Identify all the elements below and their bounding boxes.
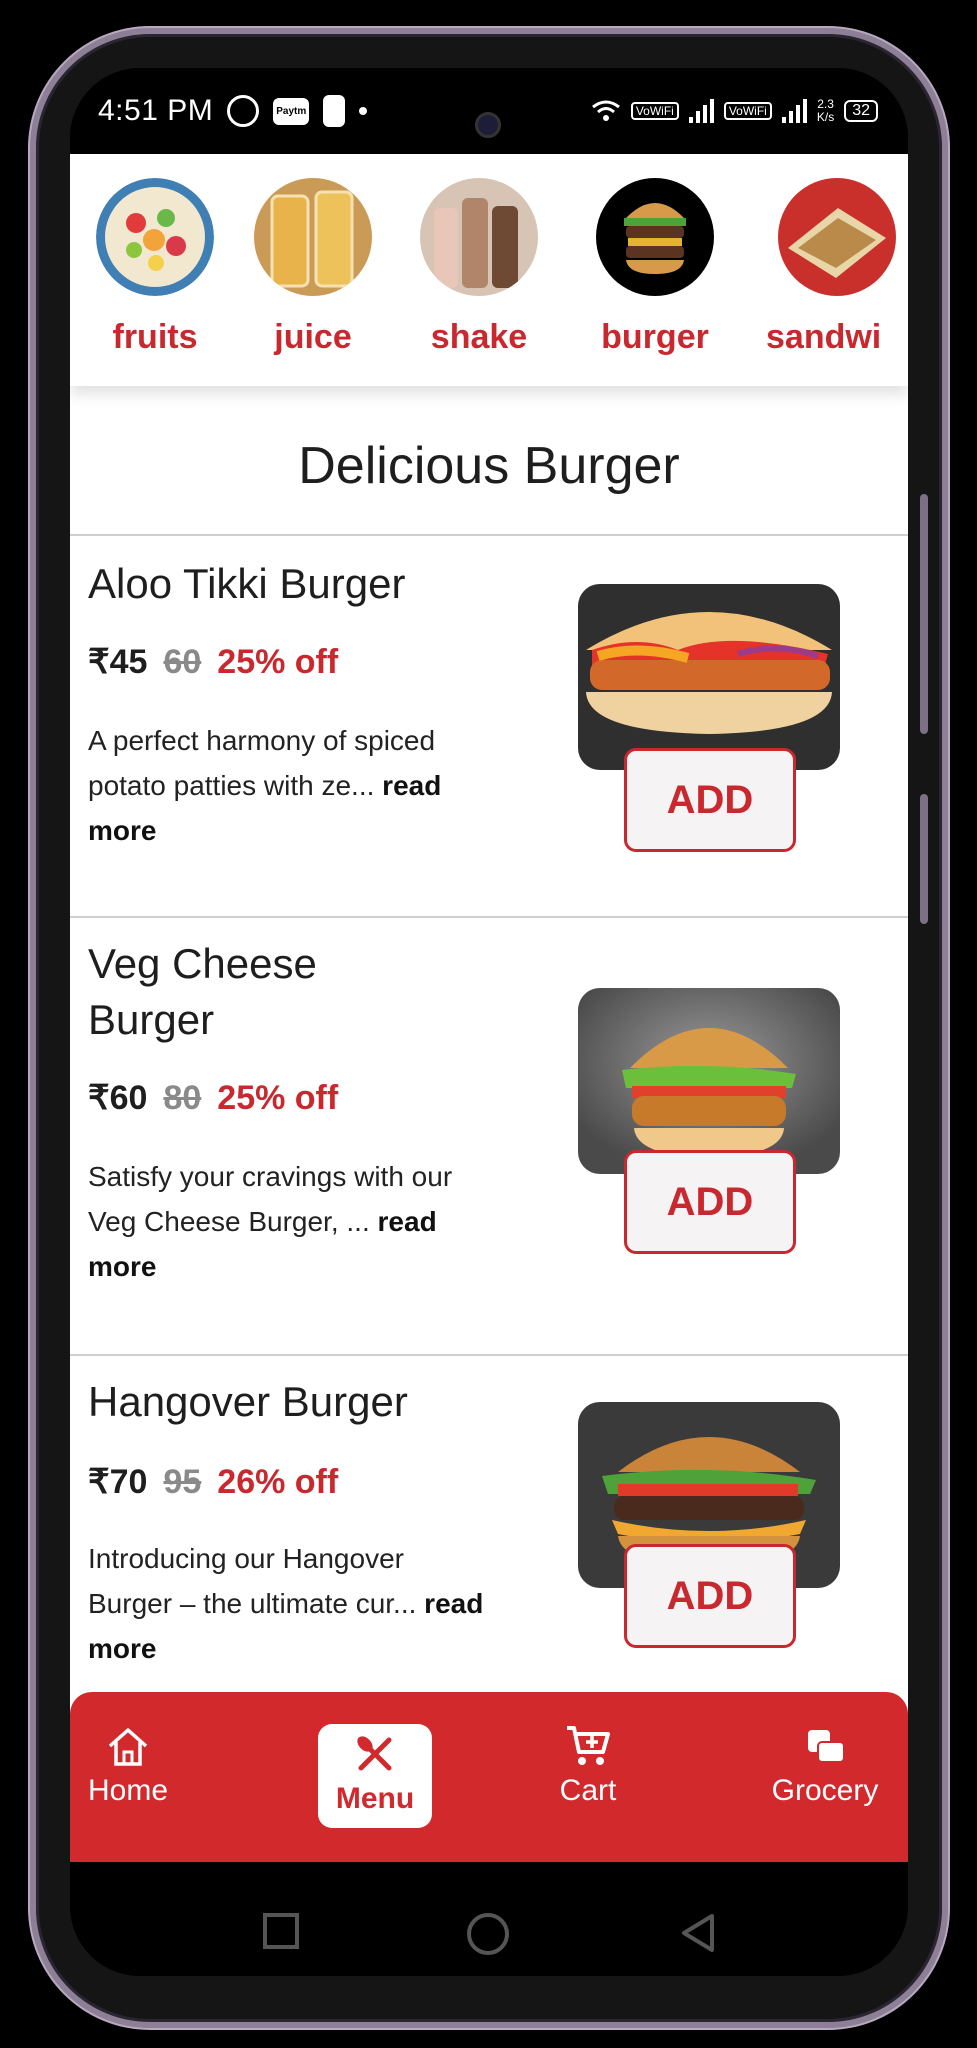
item-image bbox=[578, 584, 840, 770]
signal-icon-2 bbox=[781, 99, 807, 123]
burger-image bbox=[596, 178, 714, 296]
category-fruits[interactable]: fruits bbox=[80, 178, 230, 357]
category-sandwich[interactable]: sandwi bbox=[762, 178, 908, 357]
nav-label: Home bbox=[88, 1774, 169, 1807]
item-original-price: 80 bbox=[163, 1079, 202, 1117]
section-title: Delicious Burger bbox=[298, 437, 680, 495]
paytm-icon: Paytm bbox=[273, 97, 310, 125]
category-burger[interactable]: burger bbox=[580, 178, 730, 357]
vowifi-badge-2: VoWiFi bbox=[723, 102, 772, 120]
home-circle-icon[interactable] bbox=[466, 1912, 510, 1956]
power-button bbox=[920, 794, 928, 924]
item-discount: 25% off bbox=[217, 1079, 339, 1117]
battery-indicator: 32 bbox=[844, 100, 878, 122]
category-shake[interactable]: shake bbox=[404, 178, 554, 357]
nav-label: Menu bbox=[335, 1782, 415, 1815]
bottom-nav: Home Menu Cart Grocery bbox=[70, 1692, 908, 1862]
grocery-icon bbox=[808, 1730, 845, 1763]
nav-menu[interactable]: Menu bbox=[318, 1724, 432, 1828]
category-label: juice bbox=[274, 318, 352, 356]
item-image bbox=[578, 988, 840, 1174]
app-content: fruits juice shake burger sandwi Delicio… bbox=[70, 154, 908, 1976]
nav-label: Cart bbox=[559, 1774, 617, 1807]
signal-icon bbox=[688, 99, 714, 123]
juice-image bbox=[254, 178, 372, 296]
category-label: fruits bbox=[112, 318, 198, 356]
item-description: Satisfy your cravings with our Veg Chees… bbox=[88, 1161, 453, 1282]
network-speed: 2.3 K/s bbox=[816, 97, 835, 124]
item-description: Introducing our Hangover Burger – the ul… bbox=[88, 1543, 484, 1664]
system-nav-bar bbox=[70, 1862, 908, 1976]
price-row: ₹60 80 25% off bbox=[88, 1078, 338, 1118]
item-price: ₹45 bbox=[88, 643, 148, 681]
status-time: 4:51 PM bbox=[98, 94, 214, 127]
sim-card-icon bbox=[323, 95, 346, 127]
item-original-price: 95 bbox=[163, 1463, 202, 1501]
item-title: Aloo Tikki Burger bbox=[88, 560, 406, 607]
whatsapp-icon bbox=[227, 95, 260, 127]
nav-home[interactable]: Home bbox=[88, 1722, 168, 1808]
price-row: ₹45 60 25% off bbox=[88, 642, 338, 682]
sandwich-image bbox=[778, 178, 896, 296]
notification-dot-icon bbox=[359, 107, 368, 115]
category-label: sandwi bbox=[766, 318, 882, 356]
price-row: ₹70 95 26% off bbox=[88, 1462, 338, 1502]
item-price: ₹60 bbox=[88, 1079, 148, 1117]
menu-item: Aloo Tikki Burger ₹45 60 25% off A perfe… bbox=[70, 536, 908, 916]
item-description: A perfect harmony of spiced potato patti… bbox=[88, 725, 442, 846]
category-strip[interactable]: fruits juice shake burger sandwi bbox=[70, 154, 908, 386]
nav-label: Grocery bbox=[771, 1774, 879, 1807]
add-button[interactable]: ADD bbox=[624, 1544, 796, 1648]
wifi-icon bbox=[591, 100, 620, 121]
volume-button bbox=[920, 494, 928, 734]
category-juice[interactable]: juice bbox=[238, 178, 388, 357]
recents-icon[interactable] bbox=[262, 1912, 300, 1950]
status-bar: 4:51 PM Paytm VoWiFi VoWiFi 2.3 K/s 32 bbox=[70, 68, 908, 154]
nav-cart[interactable]: Cart bbox=[548, 1722, 628, 1808]
shake-image bbox=[420, 178, 538, 296]
item-title: Hangover Burger bbox=[88, 1378, 408, 1425]
back-icon[interactable] bbox=[678, 1912, 718, 1954]
home-icon bbox=[108, 1728, 148, 1766]
fruits-image bbox=[96, 178, 214, 296]
vowifi-badge-1: VoWiFi bbox=[630, 102, 679, 120]
nav-grocery[interactable]: Grocery bbox=[760, 1722, 890, 1808]
item-original-price: 60 bbox=[163, 643, 202, 681]
screen: 4:51 PM Paytm VoWiFi VoWiFi 2.3 K/s 32 f… bbox=[70, 68, 908, 1976]
category-label: burger bbox=[601, 318, 709, 356]
category-label: shake bbox=[430, 318, 528, 356]
cart-icon bbox=[567, 1726, 610, 1765]
fork-knife-icon bbox=[357, 1736, 392, 1771]
item-discount: 25% off bbox=[217, 643, 339, 681]
item-title: Veg Cheese Burger bbox=[88, 940, 317, 1043]
item-discount: 26% off bbox=[217, 1463, 339, 1501]
menu-item: Veg Cheese Burger ₹60 80 25% off Satisfy… bbox=[70, 918, 908, 1354]
add-button[interactable]: ADD bbox=[624, 1150, 796, 1254]
menu-item: Hangover Burger ₹70 95 26% off Introduci… bbox=[70, 1356, 908, 1692]
front-camera bbox=[475, 112, 501, 138]
item-price: ₹70 bbox=[88, 1463, 148, 1501]
add-button[interactable]: ADD bbox=[624, 748, 796, 852]
